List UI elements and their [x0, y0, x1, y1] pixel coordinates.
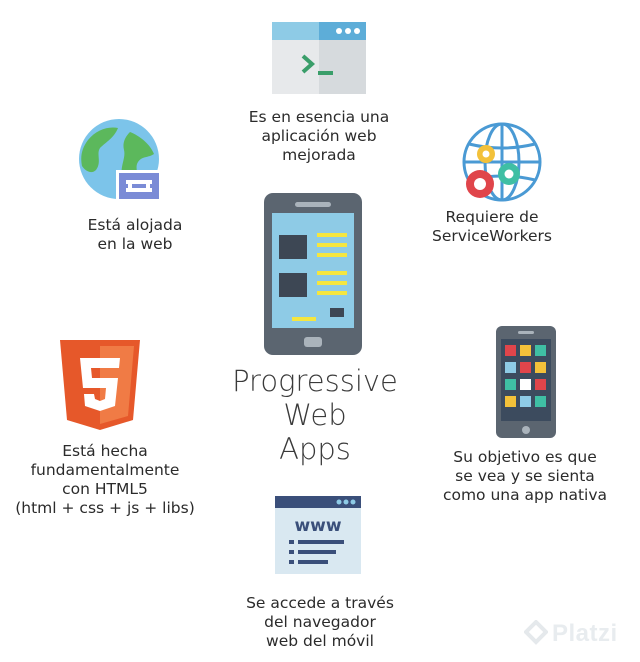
- platzi-watermark: Platzi: [552, 620, 618, 647]
- browser-www-icon: www: [275, 496, 361, 574]
- label-mid-left: Está hecha fundamentalmente con HTML5 (h…: [15, 442, 195, 517]
- label-top-right: Requiere de ServiceWorkers: [432, 208, 552, 245]
- label-mid-right: Su objetivo es que se vea y se sienta co…: [442, 448, 608, 504]
- tablet-webpage-icon: [264, 193, 362, 355]
- globe-gears-icon: [462, 122, 542, 202]
- diagram-title: Progressive Web Apps: [232, 364, 398, 466]
- label-top: Es en esencia una aplicación web mejorad…: [248, 108, 390, 164]
- smartphone-apps-icon: [496, 326, 556, 438]
- terminal-window-icon: [272, 22, 366, 94]
- platzi-logo-icon: [524, 620, 548, 645]
- svg-text:www: www: [294, 516, 341, 536]
- label-top-left: Está alojada en la web: [87, 216, 183, 253]
- globe-link-icon: [79, 119, 162, 202]
- html5-logo-icon: [60, 340, 140, 430]
- label-bottom: Se accede a través del navegador web del…: [246, 594, 394, 650]
